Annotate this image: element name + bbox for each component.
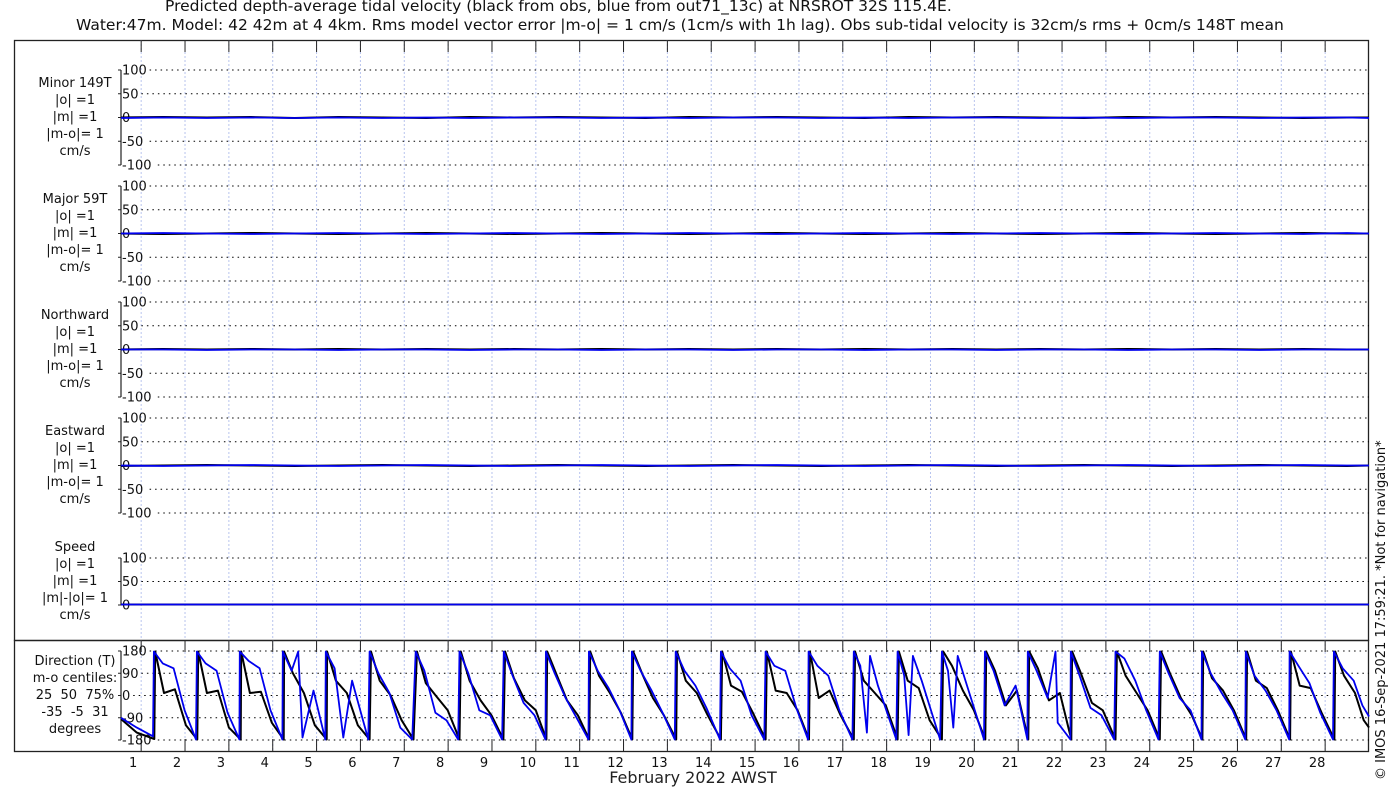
panel-label-line: |m-o|= 1 bbox=[46, 243, 104, 258]
panel-label-line: Direction (T) bbox=[34, 654, 116, 669]
panel-label-line: |o| =1 bbox=[54, 557, 95, 572]
panel-label-line: Northward bbox=[40, 308, 110, 323]
panel-label-line: cm/s bbox=[59, 376, 91, 391]
y-tick-label: -100 bbox=[122, 507, 152, 522]
panel-label-line: Major 59T bbox=[42, 192, 108, 207]
plot-canvas: 1 2 3 4 5 6 7 8 9 10 11 12 13 14 15 16 17 18 19 20 21 22 23 24 2… bbox=[13, 39, 1370, 771]
panel-label-line: |m-o|= 1 bbox=[46, 475, 104, 490]
panel-label-line: |o| =1 bbox=[54, 93, 95, 108]
model-series-line bbox=[120, 464, 1369, 467]
panel-label-line: cm/s bbox=[59, 492, 91, 507]
panel-label-minor: Minor 149T |o| =1 |m| =1 |m-o|= 1 cm/s bbox=[15, 75, 135, 160]
panel-label-line: degrees bbox=[48, 722, 102, 737]
panel-label-line: |m| =1 bbox=[52, 574, 98, 589]
panel-label-line: |m| =1 bbox=[52, 458, 98, 473]
panel-label-line: |m-o|= 1 bbox=[46, 359, 104, 374]
panel-label-line: |o| =1 bbox=[54, 209, 95, 224]
panel-label-line: m-o centiles: bbox=[32, 671, 118, 686]
panel-label-line: |o| =1 bbox=[54, 325, 95, 340]
panel-label-line: cm/s bbox=[59, 260, 91, 275]
panel-label-line: |o| =1 bbox=[54, 441, 95, 456]
direction-frame bbox=[13, 639, 1370, 753]
y-tick-label: -100 bbox=[122, 275, 152, 290]
panel-label-line: cm/s bbox=[59, 608, 91, 623]
panel-label-line: Minor 149T bbox=[38, 76, 112, 91]
panel-label-line: |m-o|= 1 bbox=[46, 127, 104, 142]
panel-label-direction: Direction (T) m-o centiles: 25 50 75% -3… bbox=[15, 653, 135, 738]
panel-label-line: |m|-|o|= 1 bbox=[41, 591, 109, 606]
panel-label-major: Major 59T |o| =1 |m| =1 |m-o|= 1 cm/s bbox=[15, 191, 135, 276]
model-series-line bbox=[121, 348, 1369, 351]
panel-label-line: cm/s bbox=[59, 144, 91, 159]
panel-label-speed: Speed |o| =1 |m| =1 |m|-|o|= 1 cm/s bbox=[15, 539, 135, 624]
panel-label-northward: Northward |o| =1 |m| =1 |m-o|= 1 cm/s bbox=[15, 307, 135, 392]
panel-label-line: |m| =1 bbox=[52, 226, 98, 241]
model-series-line bbox=[120, 232, 1370, 235]
panel-label-line: Speed bbox=[54, 540, 96, 555]
x-axis-label: February 2022 AWST bbox=[609, 768, 777, 787]
upper-frame bbox=[13, 39, 1370, 642]
y-tick-label: -100 bbox=[122, 159, 152, 174]
copyright-notice: © IMOS 16-Sep-2021 17:59:21. *Not for na… bbox=[1374, 440, 1389, 780]
model-series-line bbox=[120, 116, 1370, 119]
panel-label-line: -35 -5 31 bbox=[41, 705, 109, 720]
panel-label-line: |m| =1 bbox=[52, 342, 98, 357]
model-series-line bbox=[120, 650, 1370, 741]
panel-label-line: |m| =1 bbox=[52, 110, 98, 125]
panel-label-line: 25 50 75% bbox=[35, 688, 115, 703]
panel-label-line: Eastward bbox=[44, 424, 106, 439]
panel-label-eastward: Eastward |o| =1 |m| =1 |m-o|= 1 cm/s bbox=[15, 423, 135, 508]
y-tick-label: -100 bbox=[122, 391, 152, 406]
